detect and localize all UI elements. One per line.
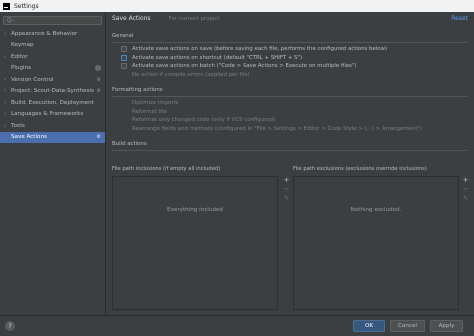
exclusions-toolbar: + − ✎ — [461, 176, 470, 310]
section-build-title: Build actions — [112, 141, 474, 151]
chevron-right-icon: › — [4, 53, 6, 60]
remove-icon[interactable]: − — [461, 185, 470, 194]
sidebar-item-tools[interactable]: › Tools — [0, 120, 105, 132]
project-settings-icon: ⚙ — [96, 88, 101, 95]
inclusions-label: File path inclusions (if empty all inclu… — [112, 166, 221, 172]
scope-label: For current project — [168, 15, 220, 22]
option-rearrange[interactable]: Rearrange fields and methods (configured… — [132, 125, 474, 134]
sidebar-item-save-actions[interactable]: Save Actions ⚙ — [0, 131, 105, 143]
sidebar-item-label: Editor — [11, 53, 28, 60]
option-activate-on-batch[interactable]: Activate save actions on batch ("Code > … — [121, 62, 474, 71]
sidebar-item-label: Project: Scout-Data-Synthesis — [11, 88, 94, 95]
sidebar-item-label: Build, Execution, Deployment — [11, 99, 94, 106]
chevron-right-icon: › — [4, 30, 6, 37]
help-icon[interactable]: ? — [5, 321, 15, 331]
exclusions-empty-text: Nothing excluded. — [350, 207, 402, 213]
edit-icon[interactable]: ✎ — [461, 194, 470, 203]
option-reformat-file[interactable]: Reformat file — [132, 108, 474, 117]
sidebar-item-appearance-behavior[interactable]: › Appearance & Behavior — [0, 28, 105, 40]
breadcrumb: Save Actions For current project Reset — [107, 12, 474, 25]
window-title: Settings — [14, 2, 39, 10]
inclusions-toolbar: + − ✎ — [282, 176, 291, 310]
sidebar-item-editor[interactable]: › Editor — [0, 51, 105, 63]
project-settings-icon: ⚙ — [96, 76, 101, 83]
checkbox[interactable] — [121, 54, 127, 61]
option-activate-on-shortcut[interactable]: Activate save actions on shortcut (defau… — [121, 54, 474, 63]
notification-badge: 1 — [95, 65, 101, 72]
option-activate-on-save[interactable]: Activate save actions on save (before sa… — [121, 45, 474, 54]
sidebar-item-project[interactable]: › Project: Scout-Data-Synthesis ⚙ — [0, 86, 105, 98]
file-path-tables: File path inclusions (if empty all inclu… — [112, 164, 470, 314]
sidebar-item-build-execution-deployment[interactable]: › Build, Execution, Deployment — [0, 97, 105, 109]
ok-button[interactable]: OK — [353, 320, 385, 332]
window-titlebar: Settings — [0, 0, 474, 12]
project-settings-icon: ⚙ — [96, 134, 101, 141]
chevron-right-icon: › — [4, 88, 6, 95]
settings-content: Save Actions For current project Reset G… — [107, 12, 474, 315]
option-no-action-compile-errors[interactable]: No action if compile errors (applied per… — [132, 71, 474, 80]
option-optimize-imports[interactable]: Optimize imports — [132, 99, 474, 108]
section-formatting-title: Formatting actions — [112, 87, 474, 97]
settings-sidebar: Q- › Appearance & Behavior Keymap › Edit… — [0, 12, 106, 315]
sidebar-item-label: Languages & Frameworks — [11, 111, 84, 118]
inclusions-empty-text: Everything included — [167, 207, 223, 213]
sidebar-item-label: Keymap — [11, 42, 34, 49]
chevron-right-icon: › — [4, 99, 6, 106]
checkbox[interactable] — [121, 46, 127, 53]
page-title: Save Actions — [112, 15, 151, 22]
dialog-footer: ? OK Cancel Apply — [0, 315, 474, 336]
app-icon — [3, 2, 10, 10]
add-icon[interactable]: + — [282, 176, 291, 185]
search-icon: Q- — [7, 17, 15, 24]
sidebar-item-label: Version Control — [11, 76, 54, 83]
apply-button[interactable]: Apply — [430, 320, 463, 332]
sidebar-item-label: Save Actions — [11, 134, 47, 141]
checkbox[interactable] — [121, 63, 127, 70]
settings-search-input[interactable]: Q- — [3, 16, 102, 25]
remove-icon[interactable]: − — [282, 185, 291, 194]
chevron-right-icon: › — [4, 111, 6, 118]
exclusions-label: File path exclusions (exclusions overrid… — [293, 166, 427, 172]
cancel-button[interactable]: Cancel — [390, 320, 425, 332]
add-icon[interactable]: + — [461, 176, 470, 185]
sidebar-item-version-control[interactable]: › Version Control ⚙ — [0, 74, 105, 86]
exclusions-table[interactable]: Nothing excluded. — [293, 176, 459, 310]
section-general-title: General — [112, 33, 474, 43]
edit-icon[interactable]: ✎ — [282, 194, 291, 203]
sidebar-item-languages-frameworks[interactable]: › Languages & Frameworks — [0, 109, 105, 121]
reset-link[interactable]: Reset — [451, 15, 468, 22]
sidebar-item-keymap[interactable]: Keymap — [0, 40, 105, 52]
chevron-right-icon: › — [4, 122, 6, 129]
sidebar-item-label: Appearance & Behavior — [11, 30, 78, 37]
sidebar-item-label: Tools — [11, 122, 25, 129]
inclusions-table[interactable]: Everything included — [112, 176, 278, 310]
sidebar-item-plugins[interactable]: Plugins 1 — [0, 63, 105, 75]
sidebar-item-label: Plugins — [11, 65, 32, 72]
option-reformat-changed-code[interactable]: Reformat only changed code (only if VCS … — [132, 116, 474, 125]
chevron-right-icon: › — [4, 76, 6, 83]
